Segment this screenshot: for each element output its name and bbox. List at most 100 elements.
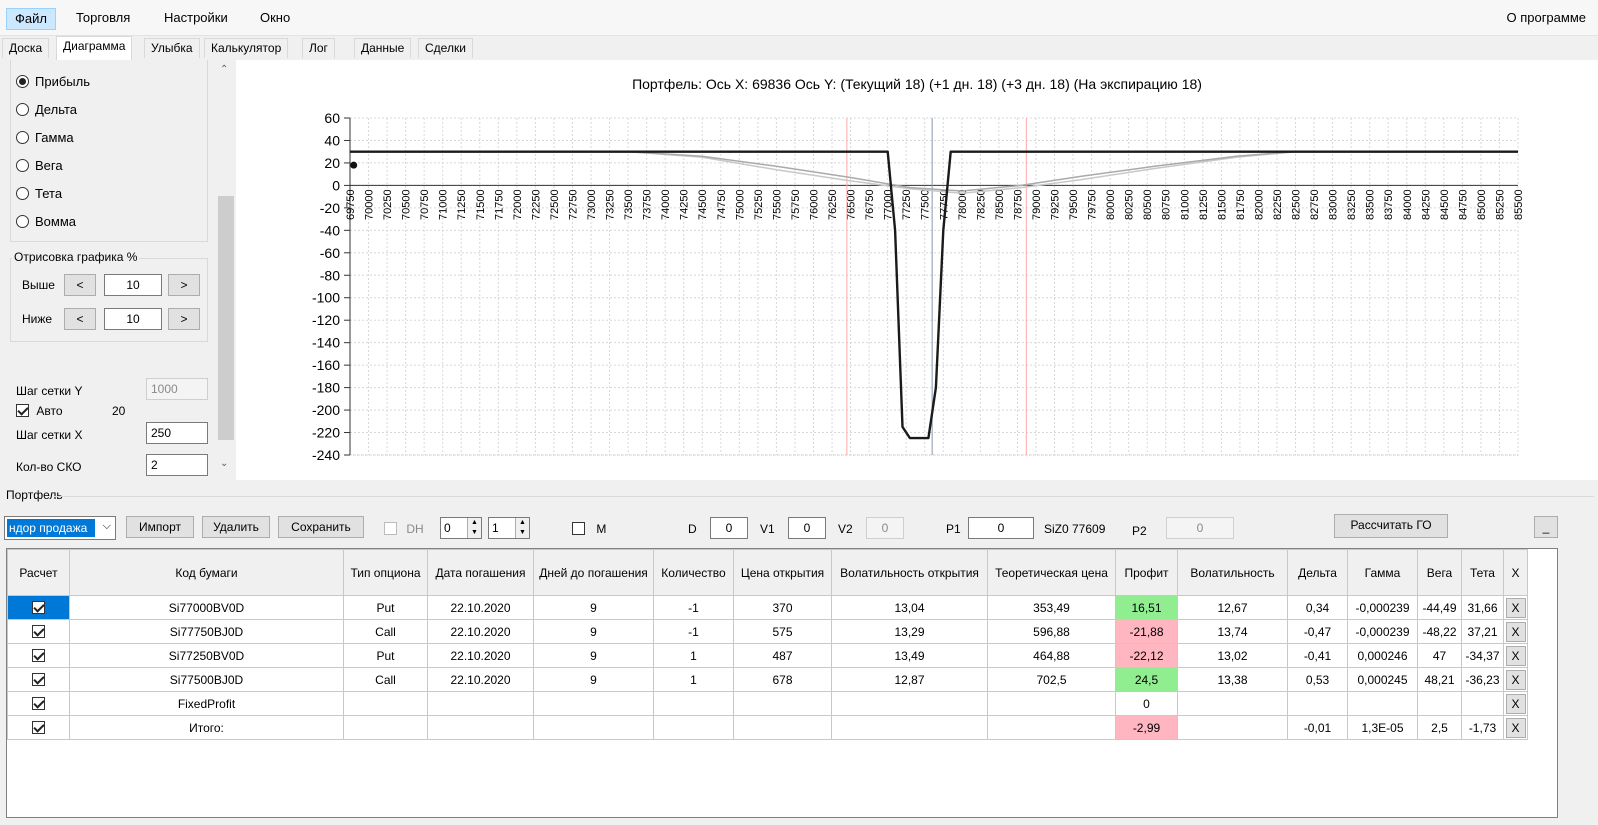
tab-diagram[interactable]: Диаграмма: [56, 36, 133, 60]
remove-row-button[interactable]: X: [1505, 621, 1526, 642]
column-header[interactable]: Расчет: [7, 549, 70, 596]
below-input[interactable]: 10: [104, 308, 162, 330]
table-row[interactable]: Итого: -2,99 -0,01 1,3E-05 2,5 -1,73 X: [7, 715, 1528, 740]
sko-input[interactable]: 2: [146, 454, 208, 476]
scroll-down-icon[interactable]: ⌄: [220, 458, 228, 469]
table-row[interactable]: Si77750BJ0D Call 22.10.2020 9 -1 575 13,29 596,…: [7, 619, 1528, 644]
radio-button[interactable]: [16, 215, 29, 228]
radio-button[interactable]: [16, 75, 29, 88]
radio-row-1[interactable]: Дельта: [16, 100, 77, 120]
menu-trade[interactable]: Торговля: [68, 8, 138, 30]
delete-button[interactable]: Удалить: [202, 516, 270, 538]
portfolio-toolbar: ндор продажа ⌵ Импорт Удалить Сохранить …: [0, 514, 1598, 542]
column-header[interactable]: Волатильность: [1177, 549, 1288, 596]
calc-cell[interactable]: [7, 715, 70, 740]
table-cell: 48,21: [1417, 667, 1462, 692]
remove-row-button[interactable]: X: [1505, 597, 1526, 618]
left-panel-scrollbar[interactable]: ⌃ ⌄: [216, 60, 234, 480]
m-checkbox[interactable]: [572, 522, 585, 535]
spin-arrows-icon[interactable]: ▲ ▼: [515, 518, 529, 538]
calc-checkbox[interactable]: [32, 672, 45, 686]
remove-row-button[interactable]: X: [1505, 645, 1526, 666]
calc-checkbox[interactable]: [32, 624, 45, 638]
tab-data[interactable]: Данные: [354, 38, 412, 58]
radio-row-2[interactable]: Гамма: [16, 128, 74, 148]
calc-checkbox[interactable]: [32, 696, 45, 710]
chevron-down-icon[interactable]: ⌵: [103, 520, 111, 533]
above-decrease-button[interactable]: <: [64, 274, 96, 296]
tab-calculator[interactable]: Калькулятор: [204, 38, 289, 58]
tab-log[interactable]: Лог: [302, 38, 335, 58]
table-row[interactable]: Si77000BV0D Put 22.10.2020 9 -1 370 13,04 353,4…: [7, 595, 1528, 620]
column-header[interactable]: Дней до погашения: [533, 549, 654, 596]
radio-button[interactable]: [16, 159, 29, 172]
tab-board[interactable]: Доска: [2, 38, 50, 58]
grid-y-input[interactable]: 1000: [146, 378, 208, 400]
above-input[interactable]: 10: [104, 274, 162, 296]
pnl-chart[interactable]: 60 40 20 0 -20 -40 -60 -80 -100 -120 -140 -160 -180 -…: [236, 60, 1598, 480]
column-header[interactable]: Волатильность открытия: [831, 549, 988, 596]
tab-smile[interactable]: Улыбка: [144, 38, 200, 58]
calc-cell[interactable]: [7, 619, 70, 644]
calc-cell[interactable]: [7, 667, 70, 692]
dh-spin-2[interactable]: 1 ▲ ▼: [488, 517, 530, 539]
below-decrease-button[interactable]: <: [64, 308, 96, 330]
calc-cell[interactable]: [7, 595, 70, 620]
menu-about[interactable]: О программе: [1506, 8, 1586, 28]
calculate-go-button[interactable]: Рассчитать ГО: [1334, 514, 1448, 538]
menu-file[interactable]: Файл: [6, 8, 56, 30]
save-button[interactable]: Сохранить: [278, 516, 364, 538]
calc-cell[interactable]: [7, 691, 70, 716]
spin-arrows-icon[interactable]: ▲ ▼: [467, 518, 481, 538]
remove-row-button[interactable]: X: [1505, 693, 1526, 714]
v2-input[interactable]: 0: [866, 517, 904, 539]
p2-input[interactable]: 0: [1166, 517, 1234, 539]
radio-row-0[interactable]: Прибыль: [16, 72, 90, 92]
minimize-button[interactable]: _: [1534, 516, 1558, 538]
radio-row-3[interactable]: Вега: [16, 156, 63, 176]
radio-button[interactable]: [16, 103, 29, 116]
column-header[interactable]: Тип опциона: [343, 549, 428, 596]
column-header[interactable]: Код бумаги: [69, 549, 344, 596]
scroll-thumb[interactable]: [218, 196, 234, 440]
calc-cell[interactable]: [7, 643, 70, 668]
radio-button[interactable]: [16, 131, 29, 144]
radio-row-5[interactable]: Вомма: [16, 212, 76, 232]
column-header[interactable]: Вега: [1417, 549, 1462, 596]
calc-checkbox[interactable]: [32, 720, 45, 734]
above-increase-button[interactable]: >: [168, 274, 200, 296]
column-header[interactable]: Тета: [1461, 549, 1504, 596]
column-header[interactable]: Количество: [653, 549, 734, 596]
below-increase-button[interactable]: >: [168, 308, 200, 330]
v1-input[interactable]: 0: [788, 517, 826, 539]
radio-row-4[interactable]: Тета: [16, 184, 62, 204]
table-row[interactable]: Si77500BJ0D Call 22.10.2020 9 1 678 12,87 702,5…: [7, 667, 1528, 692]
import-button[interactable]: Импорт: [126, 516, 194, 538]
grid-x-input[interactable]: 250: [146, 422, 208, 444]
calc-checkbox[interactable]: [32, 648, 45, 662]
radio-button[interactable]: [16, 187, 29, 200]
p1-input[interactable]: 0: [968, 517, 1034, 539]
portfolio-select[interactable]: ндор продажа ⌵: [4, 516, 116, 540]
remove-row-button[interactable]: X: [1505, 669, 1526, 690]
column-header[interactable]: Цена открытия: [733, 549, 832, 596]
menu-window[interactable]: Окно: [252, 8, 298, 30]
table-row[interactable]: Si77250BV0D Put 22.10.2020 9 1 487 13,49 464,88…: [7, 643, 1528, 668]
column-header[interactable]: Профит: [1115, 549, 1178, 596]
column-header[interactable]: X: [1503, 549, 1528, 596]
column-header[interactable]: Гамма: [1347, 549, 1418, 596]
menu-settings[interactable]: Настройки: [156, 8, 236, 30]
calc-checkbox[interactable]: [32, 600, 45, 614]
x-tick-label: 76250: [827, 189, 839, 220]
scroll-up-icon[interactable]: ⌃: [220, 64, 228, 75]
column-header[interactable]: Теоретическая цена: [987, 549, 1116, 596]
dh-spin-1[interactable]: 0 ▲ ▼: [440, 517, 482, 539]
column-header[interactable]: Дата погашения: [427, 549, 534, 596]
dh-checkbox[interactable]: [384, 522, 397, 535]
d-input[interactable]: 0: [710, 517, 748, 539]
auto-checkbox[interactable]: [16, 404, 29, 417]
remove-row-button[interactable]: X: [1505, 717, 1526, 738]
tab-deals[interactable]: Сделки: [418, 38, 473, 58]
column-header[interactable]: Дельта: [1287, 549, 1348, 596]
table-row[interactable]: FixedProfit 0 X: [7, 691, 1528, 716]
